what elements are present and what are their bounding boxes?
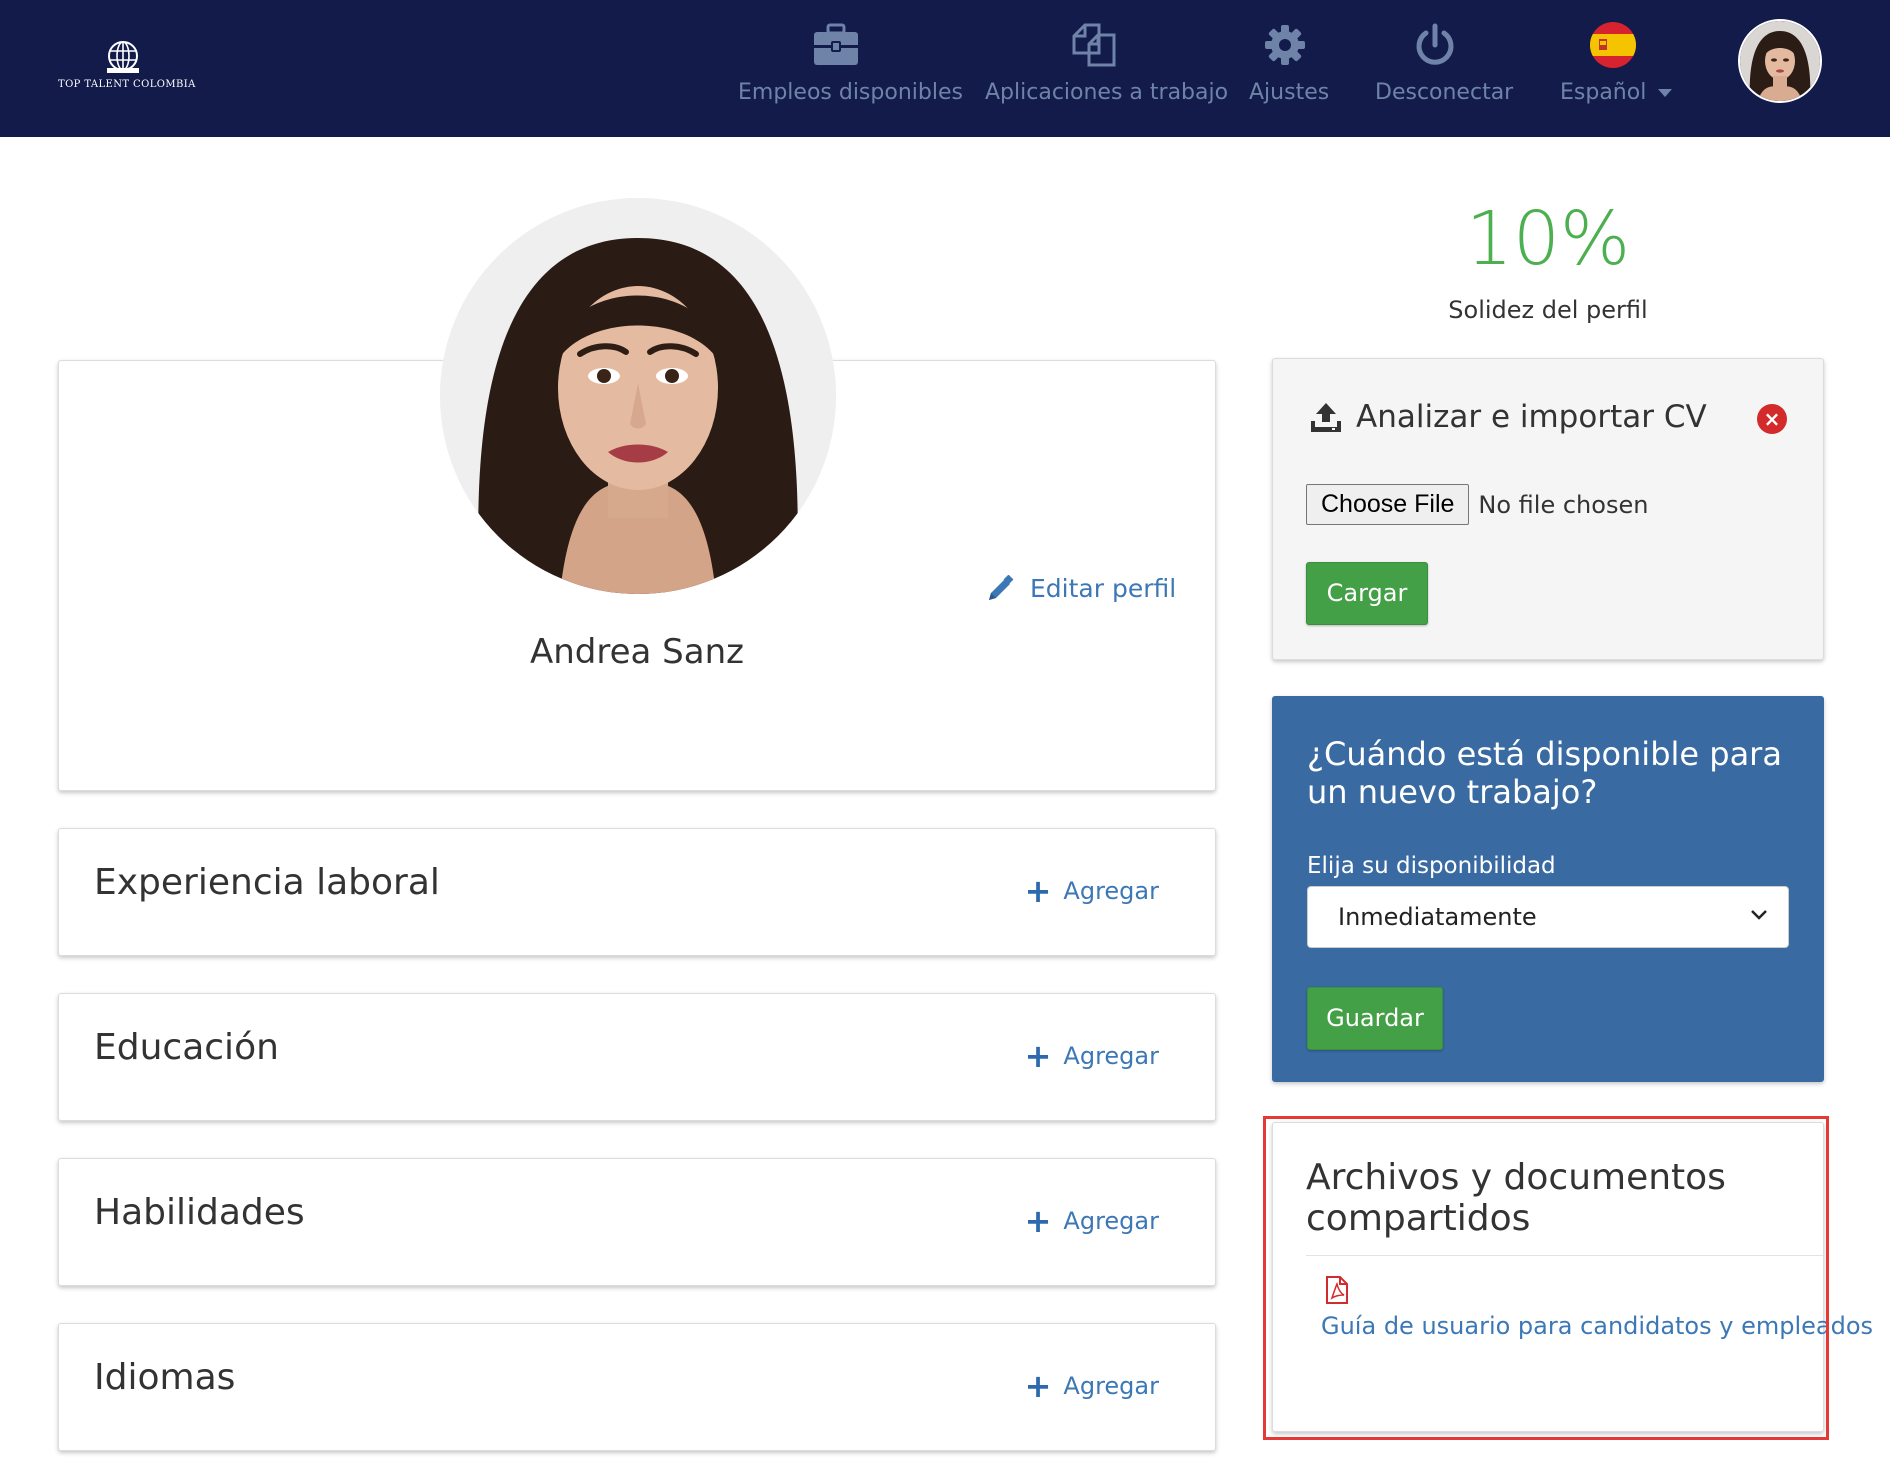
plus-icon: + (1024, 1037, 1052, 1075)
upload-icon (1311, 403, 1341, 432)
spain-flag-icon (1590, 22, 1636, 68)
availability-selected-value: Inmediatamente (1338, 903, 1537, 931)
cv-import-title-text: Analizar e importar CV (1356, 399, 1707, 435)
choose-file-button[interactable]: Choose File (1306, 484, 1470, 525)
language-selector[interactable]: Español (1560, 20, 1673, 105)
language-text: Español (1560, 80, 1647, 105)
caret-down-icon (1658, 89, 1673, 97)
nav-item-logout[interactable]: Desconectar (1375, 20, 1514, 105)
power-icon (1416, 23, 1454, 65)
pencil-icon (989, 574, 1014, 600)
brand-logo[interactable]: TOP TALENT COLOMBIA (58, 40, 196, 90)
file-input: Choose File No file chosen (1306, 484, 1648, 525)
add-education-button[interactable]: + Agregar (1024, 1037, 1159, 1075)
availability-title: ¿Cuándo está disponible para un nuevo tr… (1307, 735, 1782, 811)
nav-label: Aplicaciones a trabajo (985, 80, 1229, 105)
add-label: Agregar (1063, 1207, 1159, 1235)
section-skills: Habilidades + Agregar (58, 1158, 1216, 1286)
section-title: Experiencia laboral (94, 862, 440, 903)
section-education: Educación + Agregar (58, 993, 1216, 1121)
cv-import-title: Analizar e importar CV (1310, 399, 1707, 435)
availability-label: Elija su disponibilidad (1307, 853, 1556, 879)
profile-strength-label: Solidez del perfil (1448, 296, 1648, 324)
language-label: Español (1560, 80, 1673, 105)
plus-icon: + (1024, 872, 1052, 910)
file-status-text: No file chosen (1478, 490, 1649, 519)
brand-name: TOP TALENT COLOMBIA (58, 79, 196, 90)
plus-icon: + (1024, 1202, 1052, 1240)
section-title: Habilidades (94, 1192, 305, 1233)
availability-card: ¿Cuándo está disponible para un nuevo tr… (1272, 696, 1824, 1082)
nav-item-applications[interactable]: Aplicaciones a trabajo (985, 20, 1229, 105)
add-label: Agregar (1063, 1372, 1159, 1400)
add-skills-button[interactable]: + Agregar (1024, 1202, 1159, 1240)
upload-cv-button[interactable]: Cargar (1306, 562, 1428, 625)
user-avatar[interactable] (1738, 19, 1822, 103)
cv-import-card: Analizar e importar CV × Choose File No … (1272, 358, 1824, 660)
nav-label: Ajustes (1249, 80, 1330, 105)
add-label: Agregar (1063, 877, 1159, 905)
close-icon[interactable]: × (1757, 404, 1787, 434)
add-label: Agregar (1063, 1042, 1159, 1070)
nav-item-jobs[interactable]: Empleos disponibles (738, 20, 963, 105)
section-languages: Idiomas + Agregar (58, 1323, 1216, 1451)
save-availability-button[interactable]: Guardar (1307, 987, 1443, 1050)
globe-logo-icon (107, 41, 139, 73)
edit-profile-label: Editar perfil (1030, 574, 1177, 603)
add-work-experience-button[interactable]: + Agregar (1024, 872, 1159, 910)
section-title: Idiomas (94, 1357, 236, 1398)
nav-label: Desconectar (1375, 80, 1514, 105)
edit-profile-link[interactable]: Editar perfil (986, 574, 1176, 603)
avatar-portrait (1740, 21, 1820, 101)
profile-strength-percent: 10% (1465, 196, 1631, 282)
plus-icon: + (1024, 1367, 1052, 1405)
profile-portrait (440, 198, 836, 594)
nav-item-settings[interactable]: Ajustes (1249, 20, 1330, 105)
chevron-down-icon (1751, 910, 1767, 920)
add-languages-button[interactable]: + Agregar (1024, 1367, 1159, 1405)
highlight-box (1263, 1116, 1829, 1440)
profile-photo (440, 198, 836, 594)
nav-label: Empleos disponibles (738, 80, 963, 105)
copy-documents-icon (1072, 23, 1116, 67)
gear-icon (1265, 25, 1305, 65)
briefcase-icon (814, 23, 858, 65)
availability-select[interactable]: Inmediatamente (1307, 886, 1789, 948)
section-title: Educación (94, 1027, 279, 1068)
section-work-experience: Experiencia laboral + Agregar (58, 828, 1216, 956)
profile-name: Andrea Sanz (530, 632, 744, 672)
top-navbar: TOP TALENT COLOMBIA Empleos disponibles … (0, 0, 1890, 137)
